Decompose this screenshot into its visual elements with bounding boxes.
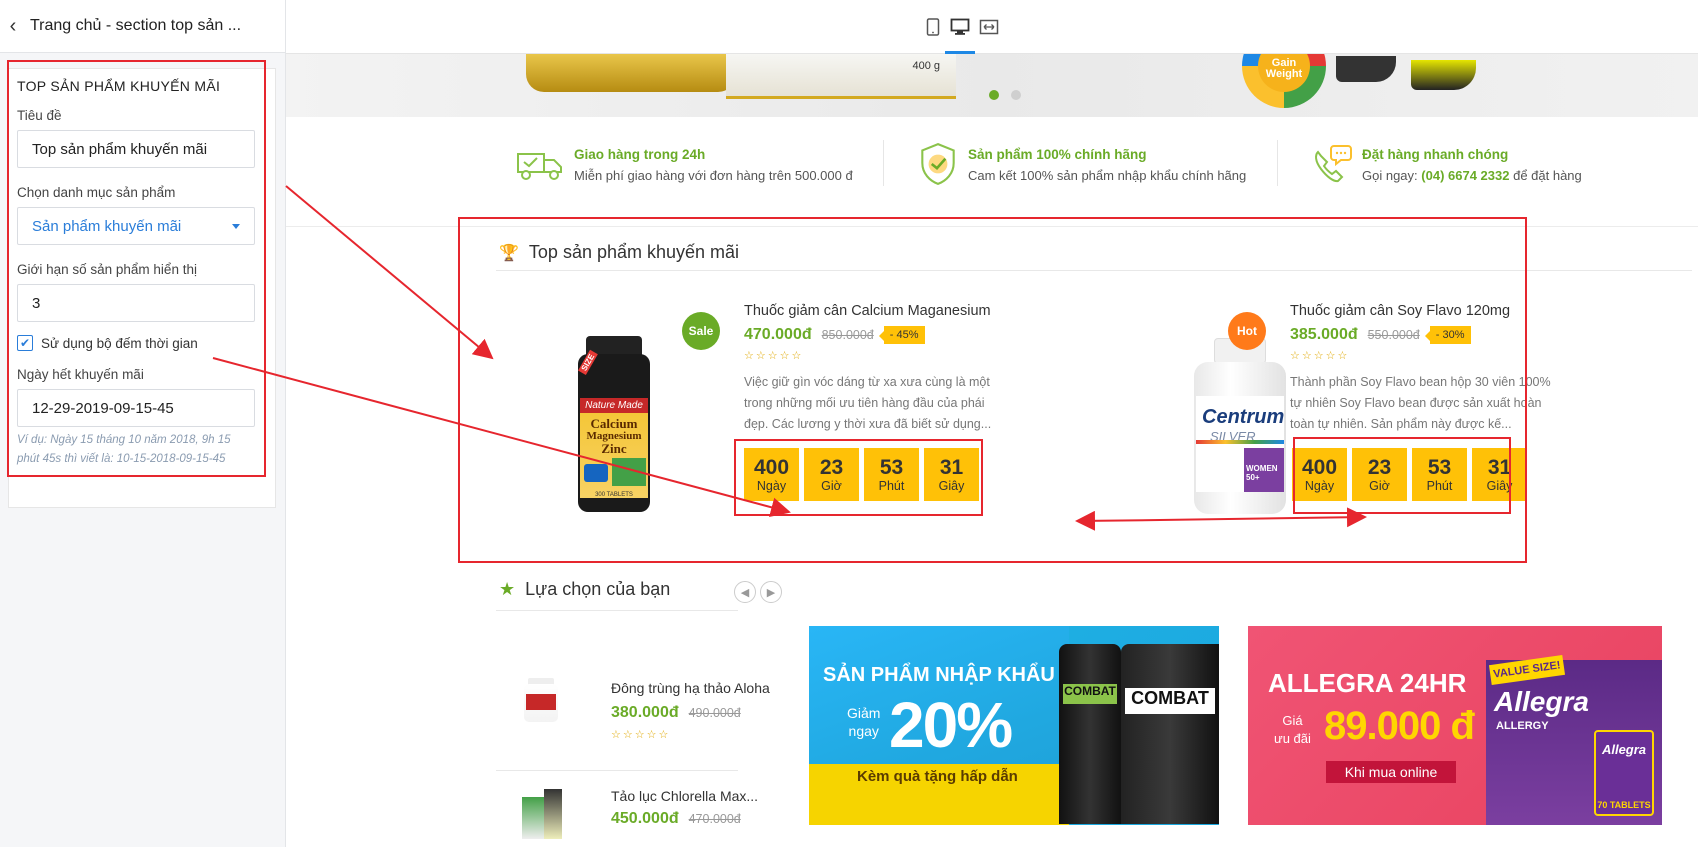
feature-order: Đặt hàng nhanh chóng Gọi ngay: (04) 6674…: [1310, 141, 1582, 187]
prev-arrow-icon[interactable]: ◀: [734, 581, 756, 603]
website-preview: 400 g Gain Weight Giao hàng trong 24h Miễ…: [286, 54, 1698, 847]
fullwidth-icon[interactable]: [978, 16, 1000, 38]
truck-icon: [517, 153, 562, 180]
choice-item-image[interactable]: [524, 678, 558, 722]
annotation-box-settings: [7, 60, 266, 477]
tablet-icon[interactable]: [922, 16, 944, 38]
choice-item-name[interactable]: Tảo lục Chlorella Max...: [611, 788, 758, 804]
annotation-box-countdown: [1293, 437, 1511, 514]
divider: [496, 770, 738, 771]
banner-product-box: 400 g: [726, 54, 956, 99]
ad-banner-allegra[interactable]: ALLEGRA 24HR Giá ưu đãi 89.000 đ Khi mua …: [1248, 626, 1662, 825]
choice-item-price: 450.000đ 470.000đ: [611, 810, 741, 827]
rating-stars[interactable]: ☆☆☆☆☆: [611, 728, 670, 741]
preview-toolbar: [286, 0, 1698, 54]
banner-product-can: [526, 54, 736, 92]
back-arrow-icon[interactable]: ‹: [2, 15, 24, 38]
sidebar-header: ‹ Trang chủ - section top sản ...: [0, 0, 285, 53]
annotation-box-countdown: [734, 439, 983, 516]
next-arrow-icon[interactable]: ▶: [760, 581, 782, 603]
divider: [496, 610, 738, 611]
choice-section-title: ★ Lựa chọn của bạn: [499, 579, 671, 599]
choice-item-name[interactable]: Đông trùng hạ thảo Aloha: [611, 680, 770, 696]
slide-dot-active[interactable]: [989, 90, 999, 100]
choice-item-image[interactable]: [522, 789, 564, 839]
shield-check-icon: [921, 143, 955, 185]
slide-dot[interactable]: [1011, 90, 1021, 100]
gain-weight-badge: Gain Weight: [1242, 54, 1326, 108]
phone-chat-icon: [1315, 145, 1352, 183]
banner-shoe-right: [1411, 60, 1476, 90]
divider: [883, 140, 884, 186]
hotline-number[interactable]: (04) 6674 2332: [1421, 168, 1509, 183]
feature-strip: Giao hàng trong 24h Miễn phí giao hàng v…: [286, 117, 1698, 227]
star-icon: ★: [499, 579, 516, 599]
feature-genuine: Sản phẩm 100% chính hãng Cam kết 100% sả…: [916, 141, 1246, 187]
ad-banner-imported[interactable]: SẢN PHẨM NHẬP KHẨU Giảm ngay 20% Kèm quà …: [809, 626, 1219, 825]
hero-banner[interactable]: 400 g Gain Weight: [286, 54, 1698, 117]
divider: [1277, 140, 1278, 186]
banner-shoe-left: [1336, 56, 1396, 82]
choice-item-price: 380.000đ 490.000đ: [611, 704, 741, 721]
sidebar-title: Trang chủ - section top sản ...: [30, 17, 242, 34]
desktop-icon[interactable]: [945, 16, 975, 54]
feature-delivery: Giao hàng trong 24h Miễn phí giao hàng v…: [514, 141, 853, 187]
